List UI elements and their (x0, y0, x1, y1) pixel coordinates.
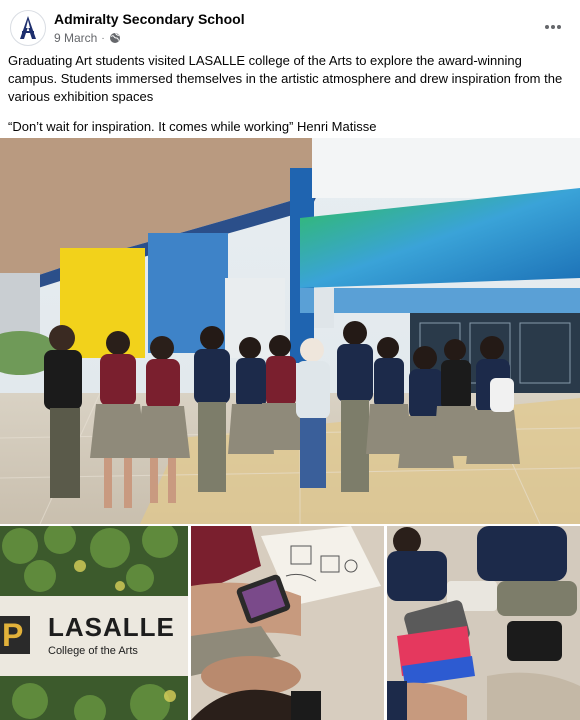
page-name[interactable]: Admiralty Secondary School (54, 11, 245, 27)
post-paragraph-1: Graduating Art students visited LASALLE … (8, 53, 563, 104)
sketching-photo[interactable] (191, 526, 384, 720)
lasalle-sign-photo[interactable]: P LASALLE College of the Arts (0, 526, 188, 720)
sign-letter: P (2, 617, 23, 653)
post-meta: 9 March · (54, 31, 121, 45)
post-text: Graduating Art students visited LASALLE … (8, 52, 568, 148)
post-paragraph-2: “Don’t wait for inspiration. It comes wh… (8, 119, 377, 134)
students-sitting-illustration (387, 526, 580, 720)
more-options-button[interactable] (538, 12, 568, 42)
post-date[interactable]: 9 March (54, 31, 97, 45)
meta-separator: · (101, 32, 105, 44)
lasalle-sign-illustration: P LASALLE College of the Arts (0, 526, 188, 720)
more-horizontal-icon (545, 25, 561, 29)
sign-subtitle: College of the Arts (48, 645, 138, 657)
sketching-illustration (191, 526, 384, 720)
globe-icon[interactable] (109, 32, 121, 44)
students-sitting-photo[interactable] (387, 526, 580, 720)
post-header: Admiralty Secondary School 9 March · (8, 8, 572, 48)
facebook-post: Admiralty Secondary School 9 March · Gra… (0, 0, 580, 720)
school-logo-avatar[interactable] (10, 10, 46, 46)
school-crest-icon (20, 16, 36, 39)
sign-title: LASALLE (48, 612, 175, 642)
group-photo[interactable] (0, 138, 580, 524)
group-photo-illustration (0, 138, 580, 524)
